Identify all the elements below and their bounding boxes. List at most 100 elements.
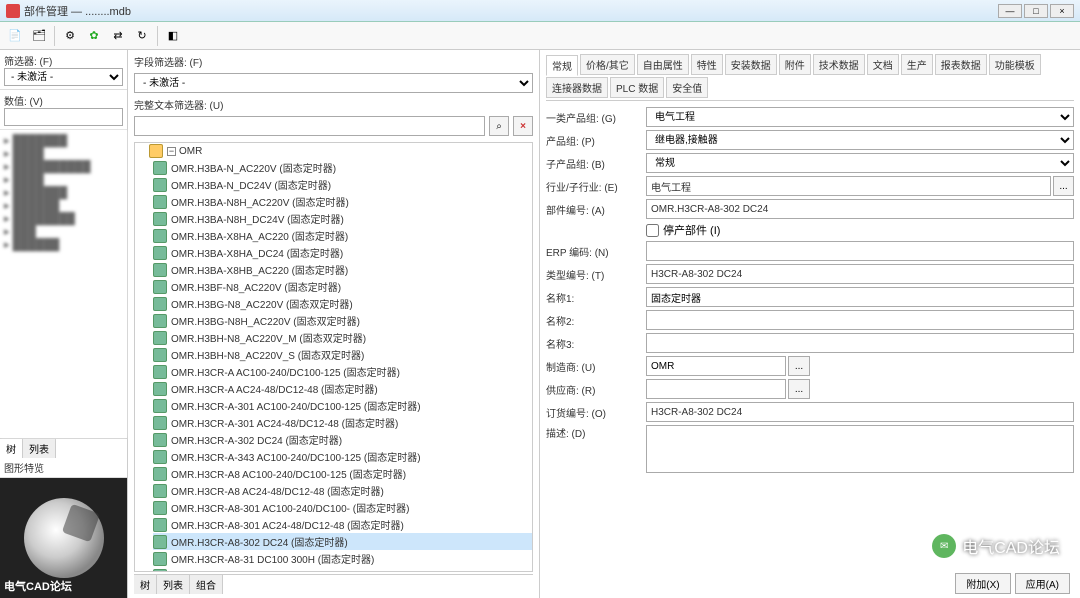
property-tab[interactable]: 常规: [546, 55, 578, 76]
tree-item[interactable]: OMR.H3CR-A AC24-48/DC12-48 (固态定时器): [153, 380, 532, 397]
tree-item[interactable]: OMR.H3BA-N8H_DC24V (固态定时器): [153, 210, 532, 227]
property-tab[interactable]: 文档: [867, 54, 899, 75]
tree-item[interactable]: OMR.H3CR-A8 AC24-48/DC12-48 (固态定时器): [153, 482, 532, 499]
child-group-select[interactable]: 常规: [646, 153, 1074, 173]
subgroup-select[interactable]: 继电器,接触器: [646, 130, 1074, 150]
product-group-select[interactable]: 电气工程: [646, 107, 1074, 127]
toolbar-btn-6[interactable]: ↻: [131, 25, 153, 47]
property-tab[interactable]: 安装数据: [725, 54, 777, 75]
desc-textarea[interactable]: [646, 425, 1074, 473]
tree-item[interactable]: OMR.H3CR-A-301 AC100-240/DC100-125 (固态定时…: [153, 397, 532, 414]
toolbar-btn-4[interactable]: ✿: [83, 25, 105, 47]
name1-label: 名称1:: [546, 290, 646, 305]
tree-item[interactable]: OMR.H3CR-A8-301 AC100-240/DC100- (固态定时器): [153, 499, 532, 516]
tree-item[interactable]: OMR.H3CR-A-302 DC24 (固态定时器): [153, 431, 532, 448]
tree-item[interactable]: OMR.H3CR-A AC100-240/DC100-125 (固态定时器): [153, 363, 532, 380]
mfr-input[interactable]: [646, 356, 786, 376]
right-panel: 常规价格/其它自由属性特性安装数据附件技术数据文档生产报表数据功能模板连接器数据…: [540, 50, 1080, 598]
order-no-value: [646, 402, 1074, 422]
preview-panel: 电气CAD论坛: [0, 478, 127, 598]
footer-buttons: 附加(X) 应用(A): [955, 573, 1070, 594]
property-tab[interactable]: 附件: [779, 54, 811, 75]
tree-item[interactable]: OMR.H3BG-N8_AC220V (固态双定时器): [153, 295, 532, 312]
property-tab[interactable]: 价格/其它: [580, 54, 635, 75]
preview-caption: 图形特览: [4, 460, 123, 475]
toolbar-btn-1[interactable]: 📄: [4, 25, 26, 47]
property-tab[interactable]: 特性: [691, 54, 723, 75]
name3-label: 名称3:: [546, 336, 646, 351]
property-tabs: 常规价格/其它自由属性特性安装数据附件技术数据文档生产报表数据功能模板连接器数据…: [546, 54, 1074, 101]
mid-bottom-tabs: 树 列表 组合: [134, 574, 533, 594]
left-tab-tree[interactable]: 树: [0, 439, 23, 458]
tree-item[interactable]: OMR.H3BA-X8HB_AC220 (固态定时器): [153, 261, 532, 278]
filter-combo[interactable]: - 未激活 -: [4, 68, 123, 86]
tree-item[interactable]: OMR.H3BH-N8_AC220V_M (固态双定时器): [153, 329, 532, 346]
mid-tab-combo[interactable]: 组合: [190, 575, 223, 594]
mfr-browse-button[interactable]: ...: [788, 356, 810, 376]
tree-item[interactable]: OMR.H3CR-A8-301 AC24-48/DC12-48 (固态定时器): [153, 516, 532, 533]
preview-image: [24, 498, 104, 578]
tree-item[interactable]: OMR.H3CR-A-301 AC24-48/DC12-48 (固态定时器): [153, 414, 532, 431]
clear-button[interactable]: ×: [513, 116, 533, 136]
toolbar-btn-7[interactable]: ◧: [162, 25, 184, 47]
fulltext-filter-input[interactable]: [134, 116, 485, 136]
value-input[interactable]: [4, 108, 123, 126]
tree-item[interactable]: OMR.H3BA-N_DC24V (固态定时器): [153, 176, 532, 193]
property-tab[interactable]: 安全值: [666, 77, 708, 98]
extra-button[interactable]: 附加(X): [955, 573, 1010, 594]
tree-item[interactable]: OMR.H3CR-A8-313 AC100-/DC100- 300H (固态定时…: [153, 567, 532, 572]
toolbar-btn-3[interactable]: ⚙: [59, 25, 81, 47]
tree-item[interactable]: OMR.H3BG-N8H_AC220V (固态双定时器): [153, 312, 532, 329]
tree-root[interactable]: −OMR: [149, 143, 532, 159]
industry-value: [646, 176, 1051, 196]
tree-item[interactable]: OMR.H3BH-N8_AC220V_S (固态双定时器): [153, 346, 532, 363]
tree-item[interactable]: OMR.H3CR-A8-302 DC24 (固态定时器): [153, 533, 532, 550]
erp-label: ERP 编码: (N): [546, 244, 646, 259]
parts-tree[interactable]: −OMR OMR.H3BA-N_AC220V (固态定时器)OMR.H3BA-N…: [134, 142, 533, 572]
search-button[interactable]: ⌕: [489, 116, 509, 136]
supplier-input[interactable]: [646, 379, 786, 399]
desc-label: 描述: (D): [546, 425, 646, 440]
name2-label: 名称2:: [546, 313, 646, 328]
name2-value: [646, 310, 1074, 330]
toolbar-btn-5[interactable]: ⇄: [107, 25, 129, 47]
type-no-label: 类型编号: (T): [546, 267, 646, 282]
part-no-label: 部件编号: (A): [546, 202, 646, 217]
property-tab[interactable]: 技术数据: [813, 54, 865, 75]
part-no-value: [646, 199, 1074, 219]
app-icon: [6, 4, 20, 18]
tree-item[interactable]: OMR.H3BA-X8HA_DC24 (固态定时器): [153, 244, 532, 261]
close-button[interactable]: ×: [1050, 4, 1074, 18]
property-tab[interactable]: 自由属性: [637, 54, 689, 75]
mid-tab-tree[interactable]: 树: [134, 575, 157, 594]
property-tab[interactable]: PLC 数据: [610, 77, 664, 98]
product-group-label: 一类产品组: (G): [546, 110, 646, 125]
title-bar: 部件管理 — ........mdb — □ ×: [0, 0, 1080, 22]
name1-input[interactable]: [646, 287, 1074, 307]
tree-item[interactable]: OMR.H3CR-A-343 AC100-240/DC100-125 (固态定时…: [153, 448, 532, 465]
tree-item[interactable]: OMR.H3CR-A8-31 DC100 300H (固态定时器): [153, 550, 532, 567]
tree-item[interactable]: OMR.H3BA-N_AC220V (固态定时器): [153, 159, 532, 176]
preview-badge: 电气CAD论坛: [4, 578, 72, 594]
mfr-label: 制造商: (U): [546, 359, 646, 374]
apply-button[interactable]: 应用(A): [1015, 573, 1070, 594]
toolbar: 📄 🗂 ⚙ ✿ ⇄ ↻ ◧: [0, 22, 1080, 50]
tree-item[interactable]: OMR.H3CR-A8 AC100-240/DC100-125 (固态定时器): [153, 465, 532, 482]
property-tab[interactable]: 连接器数据: [546, 77, 608, 98]
minimize-button[interactable]: —: [998, 4, 1022, 18]
toolbar-btn-2[interactable]: 🗂: [28, 25, 50, 47]
property-tab[interactable]: 报表数据: [935, 54, 987, 75]
tree-item[interactable]: OMR.H3BF-N8_AC220V (固态定时器): [153, 278, 532, 295]
field-filter-combo[interactable]: - 未激活 -: [134, 73, 533, 93]
left-tab-list[interactable]: 列表: [23, 439, 56, 458]
discontinued-checkbox[interactable]: [646, 224, 659, 237]
maximize-button[interactable]: □: [1024, 4, 1048, 18]
supplier-browse-button[interactable]: ...: [788, 379, 810, 399]
left-tree-area[interactable]: ▸ ███████▸ ████▸ ██████████▸ ████▸ █████…: [0, 130, 127, 438]
property-tab[interactable]: 功能模板: [989, 54, 1041, 75]
industry-browse-button[interactable]: ...: [1053, 176, 1074, 196]
mid-tab-list[interactable]: 列表: [157, 575, 190, 594]
property-tab[interactable]: 生产: [901, 54, 933, 75]
tree-item[interactable]: OMR.H3BA-N8H_AC220V (固态定时器): [153, 193, 532, 210]
tree-item[interactable]: OMR.H3BA-X8HA_AC220 (固态定时器): [153, 227, 532, 244]
